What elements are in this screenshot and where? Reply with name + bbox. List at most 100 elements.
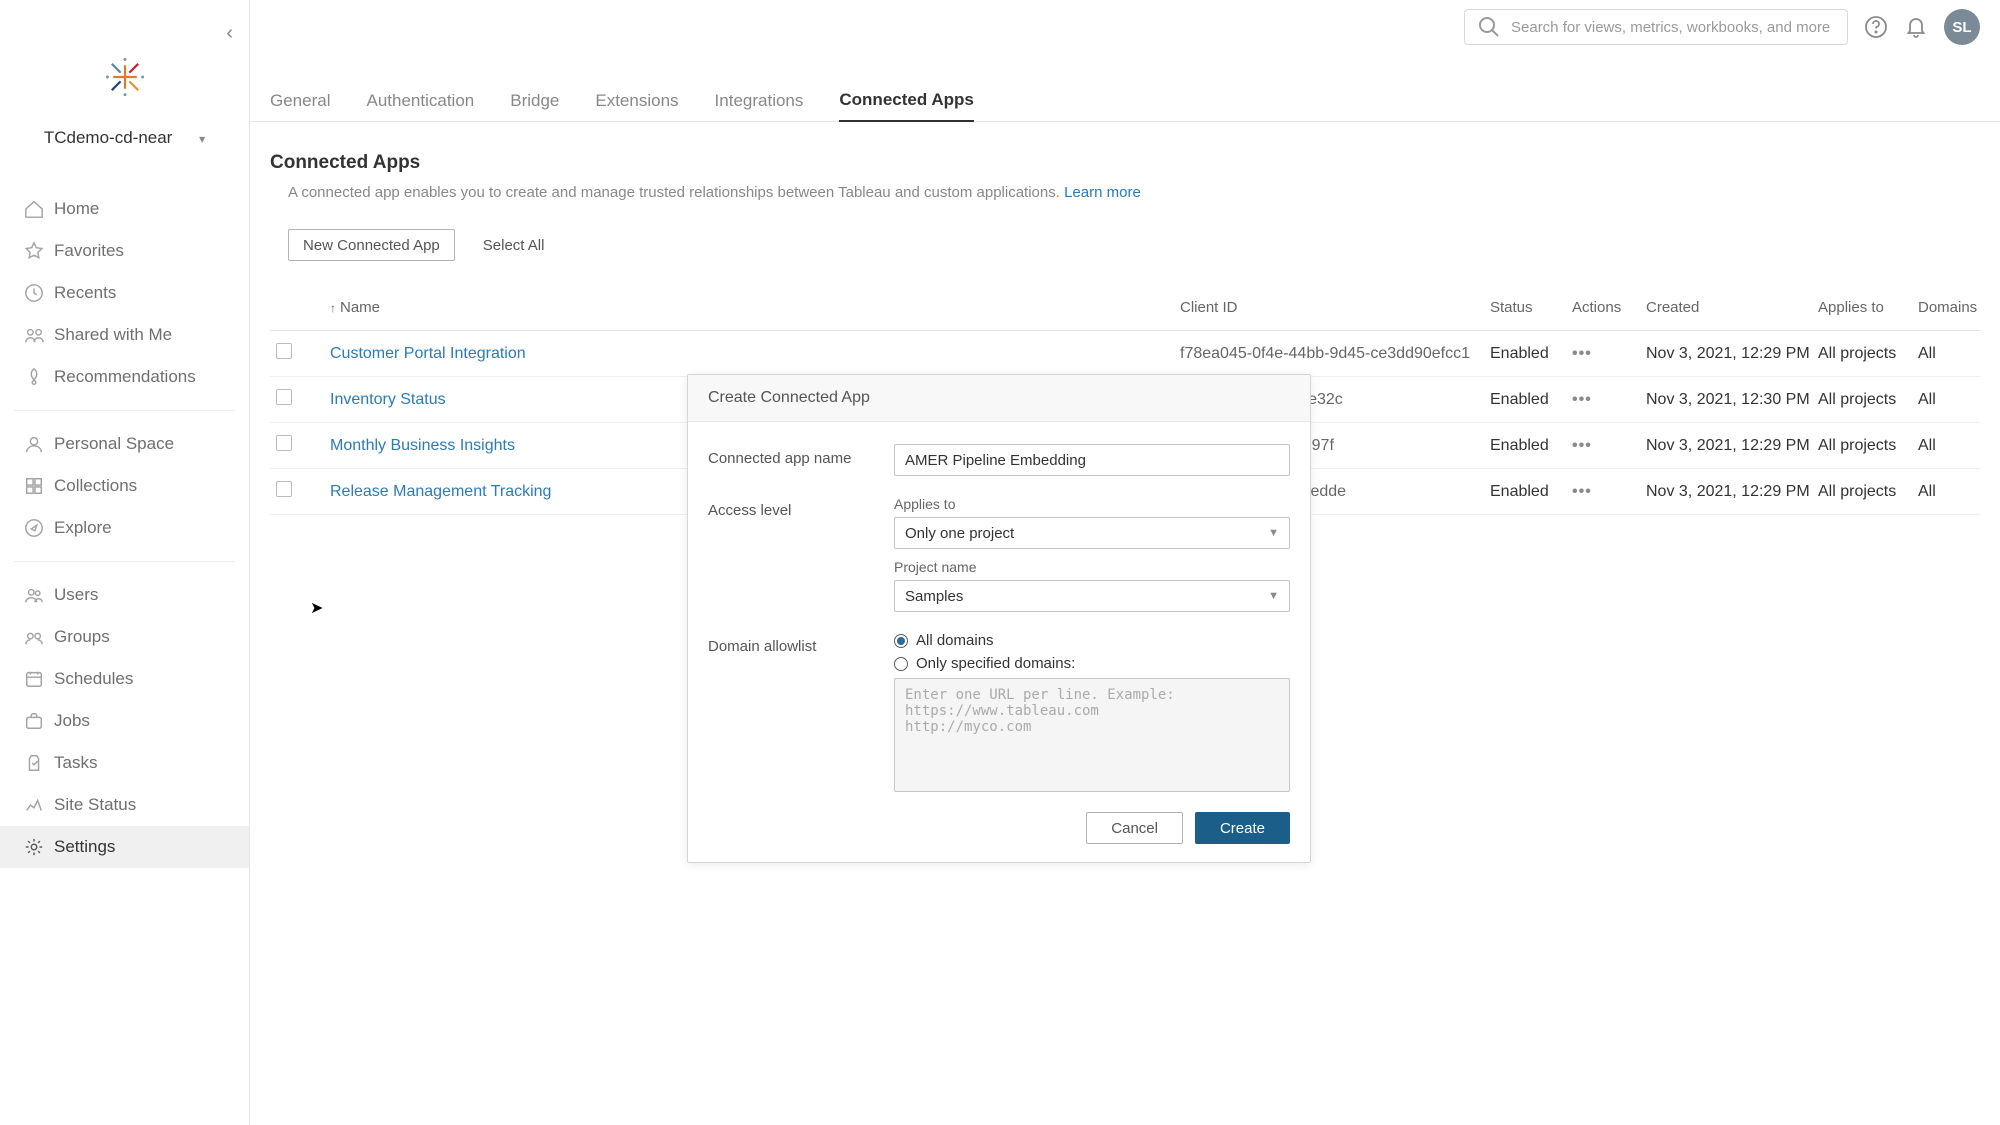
sidebar-item-users[interactable]: Users — [0, 574, 249, 616]
section-desc: A connected app enables you to create an… — [288, 184, 1980, 201]
table-header: ↑Name Client ID Status Actions Created A… — [270, 285, 1980, 331]
sidebar-item-shared[interactable]: Shared with Me — [0, 314, 249, 356]
site-picker[interactable]: TCdemo-cd-near ▾ — [0, 128, 249, 148]
label-applies-to: Applies to — [894, 496, 1290, 512]
status: Enabled — [1490, 391, 1572, 409]
create-button[interactable]: Create — [1195, 812, 1290, 844]
app-name-input[interactable] — [894, 444, 1290, 476]
search-input[interactable] — [1511, 19, 1835, 36]
project-name-value: Samples — [905, 588, 963, 605]
sidebar-item-jobs-icon — [24, 711, 54, 731]
tab-extensions[interactable]: Extensions — [595, 91, 678, 121]
sidebar-item-schedules[interactable]: Schedules — [0, 658, 249, 700]
row-checkbox[interactable] — [276, 389, 292, 405]
help-icon[interactable] — [1864, 15, 1888, 39]
tab-general[interactable]: General — [270, 91, 330, 121]
row-actions-button[interactable]: ••• — [1572, 391, 1646, 409]
nav-label: Personal Space — [54, 434, 174, 454]
project-name-select[interactable]: Samples ▼ — [894, 580, 1290, 612]
sidebar-item-groups[interactable]: Groups — [0, 616, 249, 658]
sidebar-nav: Home Favorites RecentsShared with Me Recomm… — [0, 188, 249, 868]
avatar[interactable]: SL — [1944, 9, 1980, 45]
label-app-name: Connected app name — [708, 444, 894, 476]
chevron-down-icon: ▾ — [199, 132, 205, 146]
nav-label: Groups — [54, 627, 110, 647]
section-desc-text: A connected app enables you to create an… — [288, 184, 1064, 201]
sidebar-item-tasks[interactable]: Tasks — [0, 742, 249, 784]
col-actions[interactable]: Actions — [1572, 299, 1646, 316]
col-client-id[interactable]: Client ID — [1180, 299, 1490, 316]
row-checkbox[interactable] — [276, 435, 292, 451]
domains: All — [1918, 345, 1998, 363]
row-checkbox[interactable] — [276, 343, 292, 359]
new-connected-app-button[interactable]: New Connected App — [288, 229, 455, 261]
app-name-link[interactable]: Inventory Status — [330, 391, 446, 408]
collapse-sidebar-icon[interactable]: ‹ — [226, 22, 233, 45]
sidebar-item-settings[interactable]: Settings — [0, 826, 249, 868]
created: Nov 3, 2021, 12:29 PM — [1646, 345, 1818, 363]
nav-label: Home — [54, 199, 99, 219]
col-created[interactable]: Created — [1646, 299, 1818, 316]
tableau-logo-icon — [0, 55, 249, 104]
col-applies-to[interactable]: Applies to — [1818, 299, 1918, 316]
nav-label: Collections — [54, 476, 137, 496]
cursor-icon: ➤ — [310, 598, 323, 618]
row-actions-button[interactable]: ••• — [1572, 345, 1646, 363]
search-box[interactable] — [1464, 9, 1848, 45]
nav-label: Site Status — [54, 795, 136, 815]
domains: All — [1918, 437, 1998, 455]
sidebar-item-groups-icon — [24, 627, 54, 647]
learn-more-link[interactable]: Learn more — [1064, 184, 1141, 201]
app-name-link[interactable]: Release Management Tracking — [330, 483, 551, 500]
col-name[interactable]: ↑Name — [330, 299, 1180, 316]
sidebar-item-collections[interactable]: Collections — [0, 465, 249, 507]
search-icon — [1477, 15, 1501, 39]
sidebar-item-recommendations-icon — [24, 367, 54, 387]
row-checkbox[interactable] — [276, 481, 292, 497]
tab-integrations[interactable]: Integrations — [715, 91, 804, 121]
bell-icon[interactable] — [1904, 15, 1928, 39]
sidebar-item-personal-space[interactable]: Personal Space — [0, 423, 249, 465]
status: Enabled — [1490, 483, 1572, 501]
nav-label: Jobs — [54, 711, 90, 731]
applies-to-value: Only one project — [905, 525, 1014, 542]
sidebar-item-favorites[interactable]: Favorites — [0, 230, 249, 272]
sidebar-item-jobs[interactable]: Jobs — [0, 700, 249, 742]
sidebar-item-site-status[interactable]: Site Status — [0, 784, 249, 826]
tab-authentication[interactable]: Authentication — [366, 91, 474, 121]
domains: All — [1918, 391, 1998, 409]
col-domains[interactable]: Domains — [1918, 299, 1998, 316]
app-name-link[interactable]: Customer Portal Integration — [330, 345, 526, 362]
sidebar-item-recommendations[interactable]: Recommendations — [0, 356, 249, 398]
applies-to: All projects — [1818, 483, 1918, 501]
sidebar-item-shared-icon — [24, 325, 54, 345]
cancel-button[interactable]: Cancel — [1086, 812, 1183, 844]
sidebar-item-recents[interactable]: Recents — [0, 272, 249, 314]
row-actions-button[interactable]: ••• — [1572, 437, 1646, 455]
domains-textarea[interactable] — [894, 678, 1290, 792]
dialog-footer: Cancel Create — [688, 812, 1310, 862]
tab-connected-apps[interactable]: Connected Apps — [839, 90, 973, 122]
app-name-link[interactable]: Monthly Business Insights — [330, 437, 515, 454]
nav-label: Recommendations — [54, 367, 196, 387]
sidebar-item-explore[interactable]: Explore — [0, 507, 249, 549]
sidebar: ‹ TCdemo-cd-near ▾ HomeFavoritesRecentsS… — [0, 0, 250, 1125]
applies-to-select[interactable]: Only one project ▼ — [894, 517, 1290, 549]
topbar: SL — [250, 0, 2000, 54]
tab-bridge[interactable]: Bridge — [510, 91, 559, 121]
applies-to: All projects — [1818, 437, 1918, 455]
radio-only-specified[interactable]: Only specified domains: — [894, 655, 1290, 672]
nav-label: Favorites — [54, 241, 124, 261]
create-connected-app-dialog: Create Connected App Connected app name … — [687, 374, 1311, 863]
settings-tabs: General Authentication Bridge Extensions Int… — [250, 86, 2000, 122]
sidebar-item-users-icon — [24, 585, 54, 605]
sidebar-item-home[interactable]: Home — [0, 188, 249, 230]
sidebar-item-settings-icon — [24, 837, 54, 857]
row-actions-button[interactable]: ••• — [1572, 483, 1646, 501]
client-id: f78ea045-0f4e-44bb-9d45-ce3dd90efcc1 — [1180, 345, 1490, 363]
page-title: Connected Apps — [270, 152, 1980, 174]
select-all-link[interactable]: Select All — [483, 237, 545, 254]
radio-only-specified-label: Only specified domains: — [916, 655, 1075, 672]
radio-all-domains[interactable]: All domains — [894, 632, 1290, 649]
col-status[interactable]: Status — [1490, 299, 1572, 316]
